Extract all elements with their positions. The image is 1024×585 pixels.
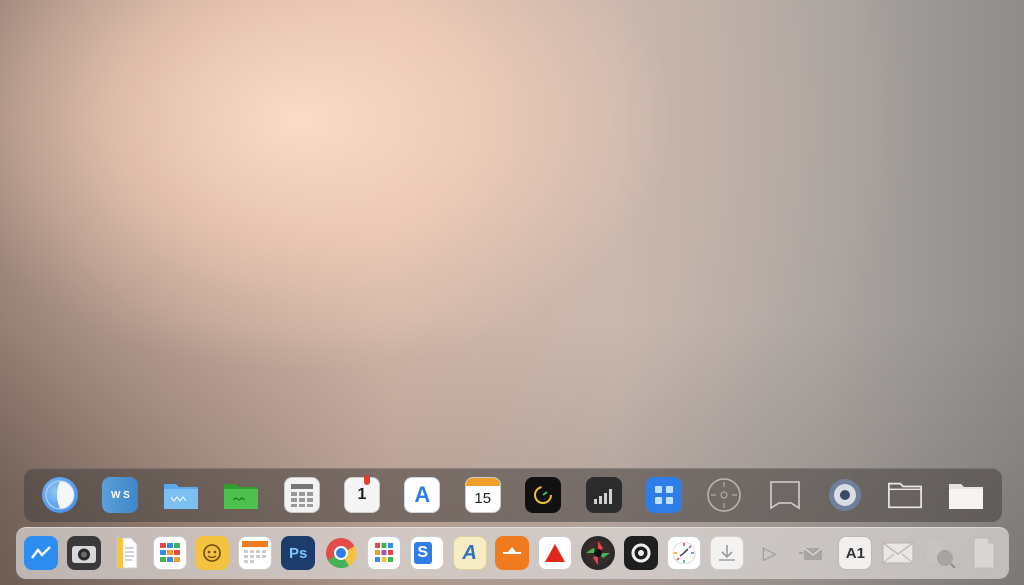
green-folder-icon[interactable] — [223, 477, 259, 513]
font-app-icon[interactable]: A — [452, 536, 487, 570]
finder-icon[interactable] — [42, 477, 78, 513]
blue-folder-icon[interactable] — [163, 477, 199, 513]
camera-icon[interactable] — [66, 536, 101, 570]
document-icon[interactable] — [110, 536, 144, 570]
ring-app-icon[interactable] — [624, 536, 659, 570]
color-grid-icon[interactable] — [366, 536, 401, 570]
spreadsheet-icon[interactable] — [152, 536, 187, 570]
window-frame-icon[interactable] — [767, 477, 803, 513]
calendar-grid-icon[interactable] — [238, 536, 273, 570]
font-book-icon[interactable]: A1 — [838, 536, 873, 570]
mail-sm-icon[interactable] — [795, 536, 829, 570]
orange-app-icon[interactable] — [495, 536, 530, 570]
activity-monitor-icon[interactable] — [585, 477, 622, 513]
download-icon[interactable] — [709, 536, 744, 570]
lower-dock: Ps S A ▷ A1 — [16, 527, 1009, 579]
apps-grid-icon[interactable] — [645, 477, 682, 513]
media-app-icon[interactable] — [581, 536, 616, 570]
disk-utility-icon[interactable] — [827, 477, 863, 513]
play-arrow-icon[interactable]: ▷ — [753, 536, 787, 570]
compass-icon[interactable] — [706, 477, 742, 513]
warning-app-icon[interactable] — [538, 536, 573, 570]
calculator-icon[interactable] — [283, 477, 320, 513]
mail-icon[interactable] — [881, 536, 915, 570]
white-folder-icon[interactable] — [948, 477, 984, 513]
upper-dock: W S 1 A 15 — [24, 468, 1002, 522]
notification-calendar-icon[interactable]: 1 — [343, 475, 380, 513]
app-store-icon[interactable]: A — [404, 477, 441, 513]
preview-icon[interactable] — [924, 536, 958, 570]
clock-icon[interactable] — [666, 536, 701, 570]
support-icon[interactable] — [195, 536, 230, 570]
files-icon[interactable]: W S — [102, 477, 139, 513]
folder-outline-icon[interactable] — [887, 477, 923, 513]
chrome-icon[interactable] — [324, 536, 358, 570]
document-blank-icon[interactable] — [967, 536, 1001, 570]
clock-app-icon[interactable] — [525, 477, 562, 513]
calendar-icon[interactable]: 15 — [464, 477, 501, 513]
skype-doc-icon[interactable]: S — [409, 536, 444, 570]
photoshop-icon[interactable]: Ps — [281, 536, 316, 570]
messenger-icon[interactable] — [24, 536, 58, 570]
